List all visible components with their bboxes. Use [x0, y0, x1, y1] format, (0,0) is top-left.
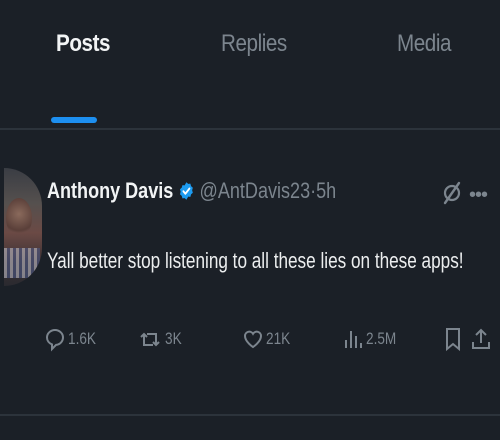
tab-replies[interactable]: Replies — [221, 30, 287, 58]
share-button[interactable] — [470, 326, 492, 352]
reply-icon — [45, 328, 65, 352]
like-count: 21K — [266, 329, 291, 348]
active-tab-indicator — [51, 117, 97, 123]
reply-button[interactable]: 1.6K — [44, 326, 103, 352]
views-button[interactable]: 2.5M — [342, 326, 404, 352]
verified-badge-icon — [180, 182, 193, 200]
repost-count: 3K — [165, 329, 182, 348]
like-button[interactable]: 21K — [242, 326, 296, 352]
post-time[interactable]: 5h — [316, 178, 336, 203]
views-icon — [345, 331, 362, 348]
avatar[interactable] — [4, 168, 42, 286]
post-actions: 1.6K 3K 21K 2.5M — [0, 326, 500, 366]
repost-button[interactable]: 3K — [137, 326, 186, 352]
reply-count: 1.6K — [68, 329, 96, 348]
post-card[interactable]: Anthony Davis @AntDavis23·5h ••• Yall be… — [0, 130, 500, 416]
more-icon[interactable]: ••• — [469, 184, 488, 207]
share-icon — [472, 328, 490, 349]
repost-icon — [140, 332, 160, 347]
tab-posts[interactable]: Posts — [56, 30, 110, 58]
profile-feed: Posts Replies Media Anthony Davis @AntDa… — [0, 0, 500, 440]
profile-tabs: Posts Replies Media — [0, 0, 500, 130]
post-text: Yall better stop listening to all these … — [47, 248, 464, 273]
author-handle[interactable]: @AntDavis23 — [200, 178, 311, 203]
bookmark-button[interactable] — [442, 326, 464, 352]
grok-icon[interactable] — [441, 180, 463, 206]
bookmark-icon — [446, 328, 460, 352]
post-divider — [0, 414, 500, 416]
tab-media[interactable]: Media — [397, 30, 452, 58]
author-name[interactable]: Anthony Davis — [47, 178, 173, 203]
heart-icon — [243, 330, 263, 349]
views-count: 2.5M — [366, 329, 397, 348]
post-header: Anthony Davis @AntDavis23·5h — [47, 178, 336, 204]
